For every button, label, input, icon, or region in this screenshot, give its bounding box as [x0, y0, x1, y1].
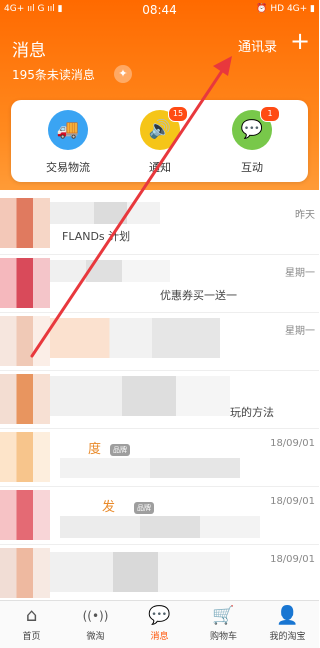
- home-icon: ⌂: [25, 605, 38, 626]
- annotation-arrow-head: [213, 56, 232, 76]
- tab-label: 首页: [22, 632, 41, 642]
- tab-my-taobao[interactable]: 👤 我的淘宝: [256, 601, 319, 648]
- tab-label: 我的淘宝: [269, 632, 306, 642]
- tab-home[interactable]: ⌂ 首页: [0, 601, 63, 648]
- annotation-arrow-line: [30, 60, 230, 358]
- cart-icon: 🛒: [212, 605, 235, 626]
- tab-weitao[interactable]: ((•)) 微淘: [64, 601, 127, 648]
- tab-label: 微淘: [86, 632, 105, 642]
- broadcast-icon: ((•)): [82, 609, 109, 623]
- annotation-arrow: [30, 56, 232, 358]
- tab-label: 消息: [150, 632, 169, 642]
- tab-messages[interactable]: 💬 消息: [128, 601, 191, 648]
- bottom-tab-bar: ⌂ 首页 ((•)) 微淘 💬 消息 🛒 购物车 👤 我的淘宝: [0, 600, 319, 648]
- user-icon: 👤: [276, 605, 299, 626]
- message-icon: 💬: [148, 605, 171, 626]
- tab-label: 购物车: [209, 632, 237, 642]
- tab-cart[interactable]: 🛒 购物车: [192, 601, 255, 648]
